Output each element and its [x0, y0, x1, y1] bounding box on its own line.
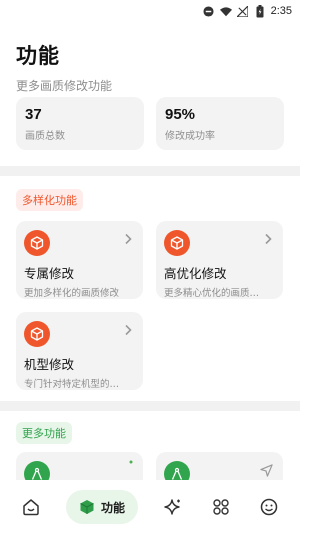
nav-apps[interactable] — [208, 494, 234, 520]
nav-profile[interactable] — [256, 494, 282, 520]
feature-card-exclusive[interactable]: 专属修改 更加多样化的画质修改 — [16, 221, 143, 299]
send-icon — [260, 464, 273, 477]
stat-value: 37 — [25, 106, 42, 123]
smiley-icon — [260, 498, 278, 516]
card-title: 机型修改 — [24, 357, 75, 372]
status-bar: 2:35 — [0, 0, 300, 22]
stat-value: 95% — [165, 106, 196, 123]
do-not-disturb-icon — [203, 5, 215, 17]
feature-card-high-optimization[interactable]: 高优化修改 更多精心优化的画质… — [156, 221, 283, 299]
signal-icon — [237, 5, 249, 17]
nav-features[interactable]: 功能 — [66, 490, 138, 524]
page-subtitle: 更多画质修改功能 — [16, 79, 113, 93]
section-divider — [0, 166, 300, 176]
wifi-icon — [219, 5, 232, 17]
cube-icon — [164, 230, 190, 256]
section-label-more: 更多功能 — [16, 422, 72, 444]
chevron-right-icon — [125, 324, 132, 336]
cube-icon — [24, 321, 50, 347]
section-label-diverse: 多样化功能 — [16, 189, 83, 211]
stat-card-quality-count: 37 画质总数 — [16, 97, 144, 150]
section-divider — [0, 401, 300, 411]
dot-indicator-icon — [129, 460, 133, 464]
stat-card-success-rate: 95% 修改成功率 — [156, 97, 284, 150]
cube-icon — [24, 230, 50, 256]
card-desc: 更加多样化的画质修改 — [24, 288, 120, 299]
nav-features-label: 功能 — [100, 500, 125, 515]
stats-row: 37 画质总数 95% 修改成功率 — [16, 97, 284, 150]
chevron-right-icon — [265, 233, 272, 245]
card-title: 专属修改 — [24, 266, 75, 281]
feature-card-device-model[interactable]: 机型修改 专门针对特定机型的… — [16, 312, 143, 390]
home-icon — [23, 499, 39, 516]
card-desc: 更多精心优化的画质… — [164, 288, 260, 299]
card-desc: 专门针对特定机型的… — [24, 379, 120, 390]
bottom-navigation: 功能 — [0, 480, 300, 534]
page-header: 功能 更多画质修改功能 — [16, 40, 112, 94]
card-title: 高优化修改 — [164, 266, 227, 281]
status-time: 2:35 — [270, 5, 292, 17]
cube-icon — [80, 500, 94, 514]
stat-label: 修改成功率 — [165, 131, 215, 142]
nav-sparkle[interactable] — [160, 494, 186, 520]
nav-home[interactable] — [18, 494, 44, 520]
stat-label: 画质总数 — [25, 131, 65, 142]
battery-icon — [254, 4, 266, 17]
page-title: 功能 — [16, 44, 60, 68]
chevron-right-icon — [125, 233, 132, 245]
sparkle-icon — [164, 499, 180, 515]
apps-grid-icon — [213, 499, 229, 515]
